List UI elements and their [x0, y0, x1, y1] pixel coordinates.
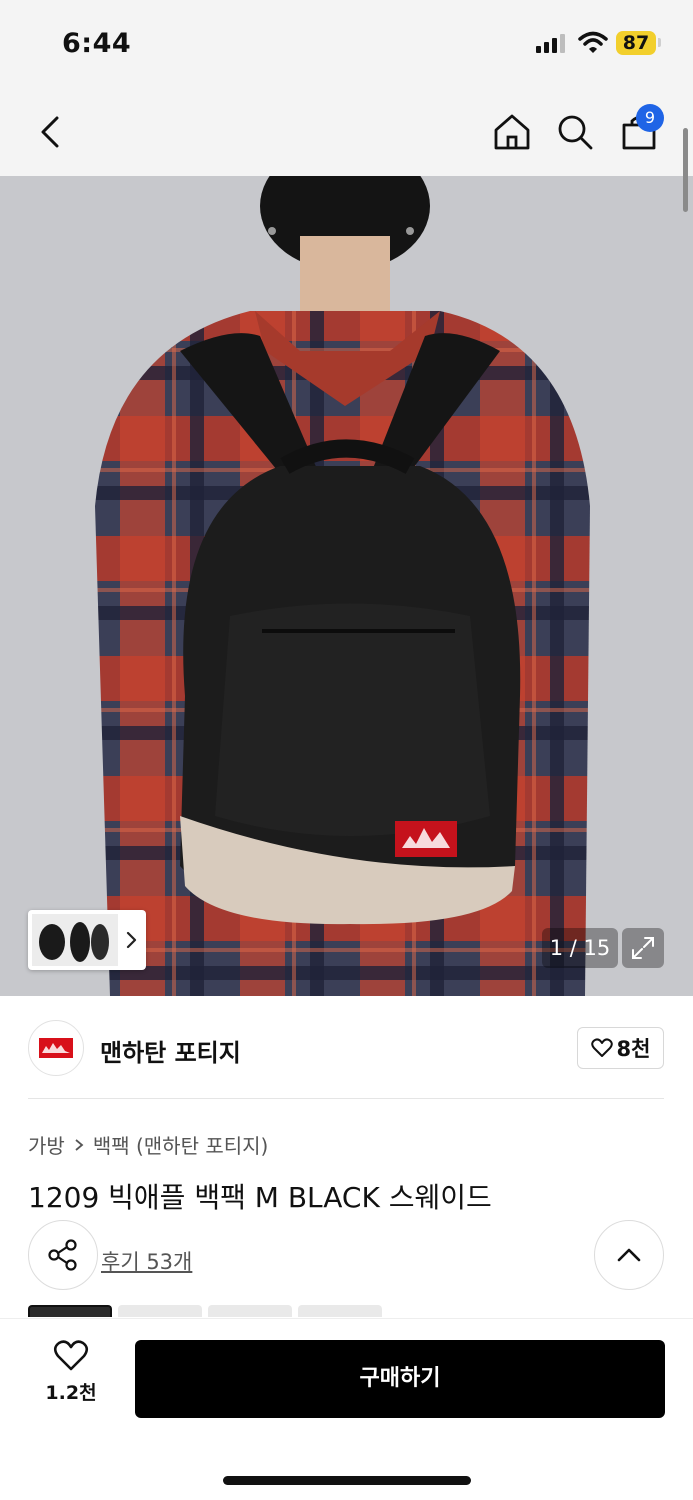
wishlist-count: 1.2천	[45, 1382, 97, 1404]
breadcrumb-subcategory[interactable]: 백팩 (맨하탄 포티지)	[93, 1130, 269, 1159]
manhattan-portage-logo	[39, 1038, 73, 1058]
top-nav	[0, 88, 693, 176]
color-swatches	[28, 1305, 382, 1317]
chevron-right-small-icon	[75, 1138, 84, 1151]
swatch-item[interactable]	[208, 1305, 292, 1317]
thumbnail-backpacks	[32, 914, 118, 966]
signal-icon	[536, 34, 565, 53]
swatch-item[interactable]	[118, 1305, 202, 1317]
image-pager: 1 / 15	[542, 928, 618, 968]
heart-icon	[590, 1038, 613, 1057]
brand-like-count: 8천	[616, 1037, 651, 1061]
product-photo	[0, 176, 693, 996]
battery-tip	[658, 38, 661, 47]
divider	[28, 1098, 664, 1099]
breadcrumb-category[interactable]: 가방	[28, 1130, 65, 1159]
scroll-top-button[interactable]	[594, 1220, 664, 1290]
home-indicator[interactable]	[223, 1476, 471, 1485]
breadcrumb: 가방 백팩 (맨하탄 포티지)	[28, 1130, 268, 1159]
wishlist-button[interactable]: 1.2천	[30, 1340, 112, 1418]
home-icon	[494, 114, 530, 150]
share-button[interactable]	[28, 1220, 98, 1290]
brand-name[interactable]: 맨하탄 포티지	[100, 1033, 241, 1068]
thumbnail-image[interactable]	[32, 914, 118, 966]
expand-icon	[632, 937, 654, 959]
status-time: 6:44	[62, 28, 132, 59]
share-icon	[48, 1239, 77, 1271]
chevron-right-icon[interactable]	[122, 928, 142, 952]
back-button[interactable]	[24, 106, 76, 158]
swatch-item[interactable]	[28, 1305, 112, 1317]
expand-button[interactable]	[622, 928, 664, 968]
product-image[interactable]	[0, 176, 693, 996]
chevron-up-icon	[617, 1248, 641, 1262]
brand-logo[interactable]	[28, 1020, 84, 1076]
search-button[interactable]	[549, 106, 601, 158]
status-bar: 6:44 87	[0, 0, 693, 88]
scrollbar[interactable]	[683, 128, 688, 212]
swatch-item[interactable]	[298, 1305, 382, 1317]
review-link[interactable]: 후기 53개	[101, 1246, 192, 1276]
back-icon	[41, 116, 59, 148]
wifi-icon	[578, 31, 608, 53]
heart-icon	[53, 1340, 89, 1371]
search-icon	[558, 115, 593, 150]
cart-badge: 9	[636, 104, 664, 132]
brand-like-button[interactable]: 8천	[577, 1027, 664, 1069]
product-title: 1209 빅애플 백팩 M BLACK 스웨이드	[28, 1181, 492, 1214]
battery-icon: 87	[616, 31, 656, 55]
buy-button[interactable]: 구매하기	[135, 1340, 665, 1418]
home-button[interactable]	[486, 106, 538, 158]
